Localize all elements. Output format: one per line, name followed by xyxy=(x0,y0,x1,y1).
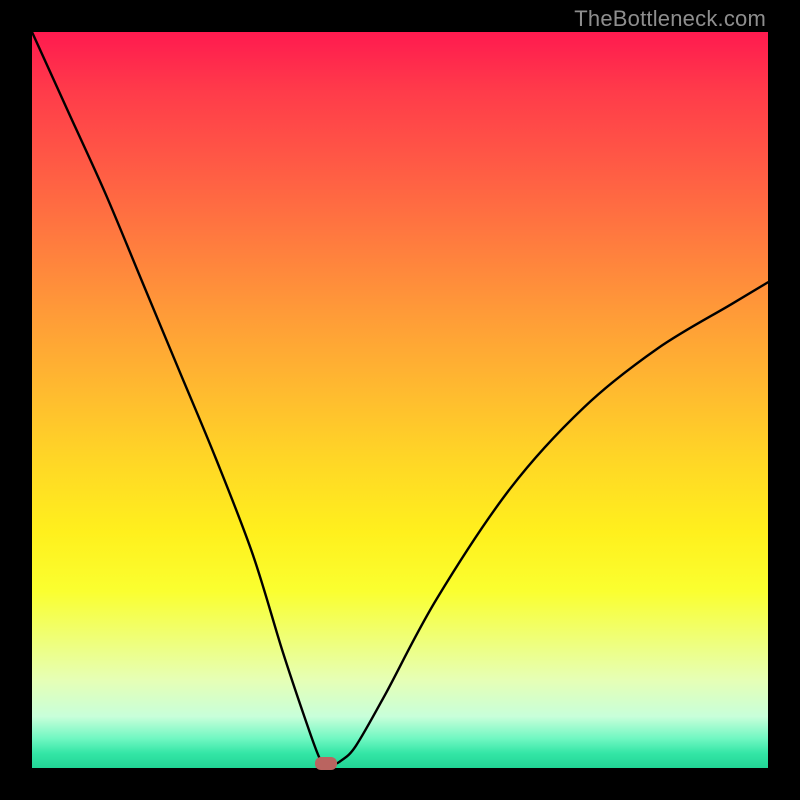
curve-layer xyxy=(0,0,800,800)
chart-frame: TheBottleneck.com xyxy=(0,0,800,800)
bottleneck-curve xyxy=(32,32,768,765)
optimal-point-marker xyxy=(315,757,337,770)
